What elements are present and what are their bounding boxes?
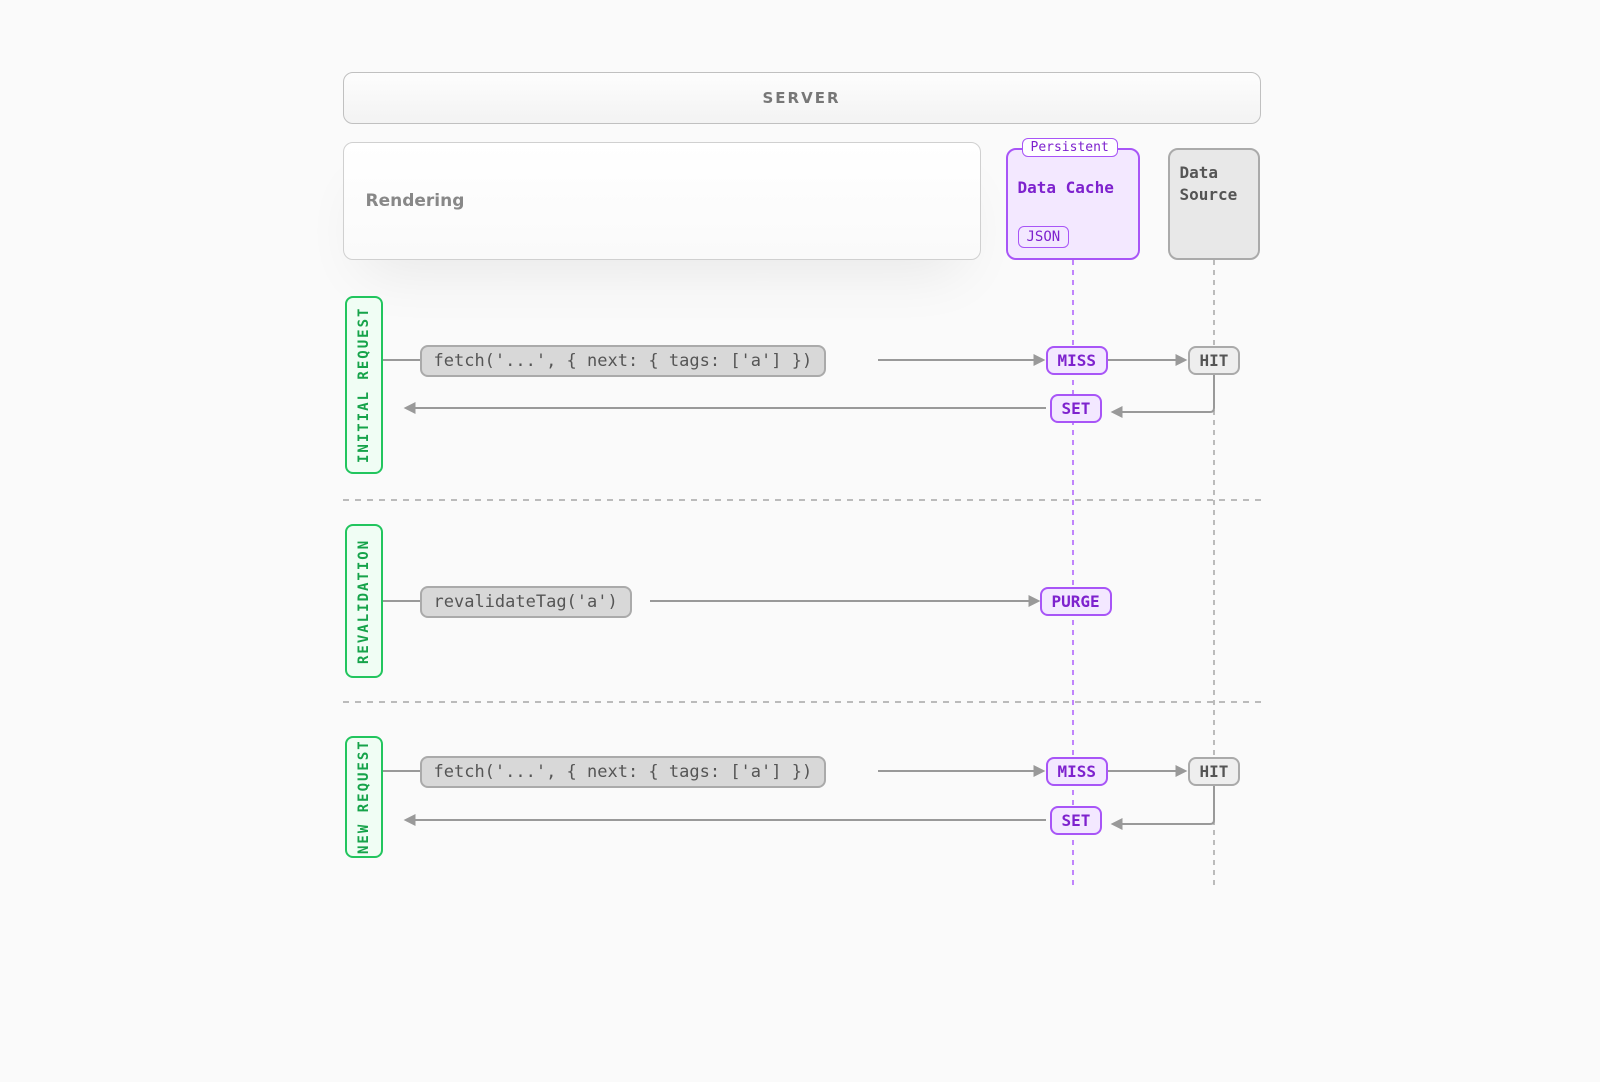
phase-label-new-request: NEW REQUEST (345, 736, 383, 858)
code-revalidate-tag: revalidateTag('a') (420, 586, 632, 618)
data-source-label: Data Source (1180, 163, 1238, 204)
rendering-label: Rendering (366, 191, 465, 211)
data-cache-title: Data Cache (1018, 178, 1128, 197)
badge-miss-new: MISS (1046, 757, 1109, 786)
persistent-badge: Persistent (1022, 138, 1118, 157)
data-source-column: Data Source (1168, 148, 1260, 260)
phase-label-revalidation: REVALIDATION (345, 524, 383, 678)
badge-hit-initial: HIT (1188, 346, 1241, 375)
server-header: SERVER (343, 72, 1261, 124)
data-cache-column: Persistent Data Cache JSON (1006, 148, 1140, 260)
code-fetch-initial: fetch('...', { next: { tags: ['a'] }) (420, 345, 827, 377)
badge-purge: PURGE (1040, 587, 1112, 616)
badge-set-initial: SET (1050, 394, 1103, 423)
rendering-column: Rendering (343, 142, 981, 260)
badge-set-new: SET (1050, 806, 1103, 835)
server-label: SERVER (762, 89, 840, 107)
code-fetch-new: fetch('...', { next: { tags: ['a'] }) (420, 756, 827, 788)
badge-hit-new: HIT (1188, 757, 1241, 786)
json-badge: JSON (1018, 226, 1070, 248)
badge-miss-initial: MISS (1046, 346, 1109, 375)
phase-label-initial-request: INITIAL REQUEST (345, 296, 383, 474)
